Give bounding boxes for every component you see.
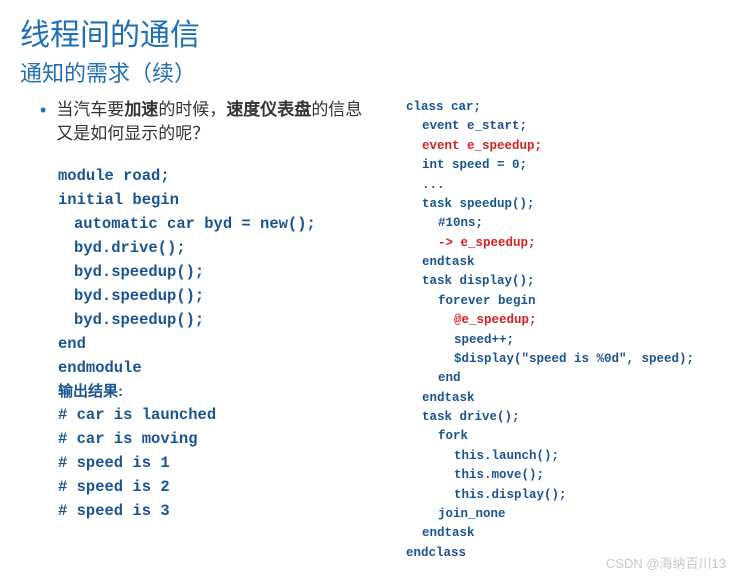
bullet-text: 当汽车要加速的时候，速度仪表盘的信息又是如何显示的呢？: [56, 98, 376, 146]
code-line: this.move();: [406, 466, 726, 485]
code-line: byd.drive();: [58, 236, 376, 260]
code-line: byd.speedup();: [58, 284, 376, 308]
bullet-bold1: 加速: [124, 100, 158, 119]
output-label: 输出结果:: [58, 380, 376, 403]
code-line: initial begin: [58, 188, 376, 212]
bullet-item: • 当汽车要加速的时候，速度仪表盘的信息又是如何显示的呢？: [40, 98, 376, 146]
code-line: end: [406, 369, 726, 388]
output-line: # speed is 1: [58, 451, 376, 475]
bullet-dot-icon: •: [40, 98, 46, 123]
code-line: class car;: [406, 98, 726, 117]
code-line: $display("speed is %0d", speed);: [406, 350, 726, 369]
code-line: endtask: [406, 524, 726, 543]
code-line: join_none: [406, 505, 726, 524]
code-line: ...: [406, 176, 726, 195]
code-line: speed++;: [406, 331, 726, 350]
code-line: task drive();: [406, 408, 726, 427]
code-line: module road;: [58, 164, 376, 188]
watermark: CSDN @海纳百川13: [606, 553, 726, 572]
code-line: byd.speedup();: [58, 260, 376, 284]
slide: 线程间的通信 通知的需求（续） • 当汽车要加速的时候，速度仪表盘的信息又是如何…: [0, 0, 746, 573]
code-line: end: [58, 332, 376, 356]
slide-subtitle: 通知的需求（续）: [20, 56, 726, 88]
bullet-mid: 的时候，: [158, 100, 226, 119]
output-line: # speed is 2: [58, 475, 376, 499]
output-line: # speed is 3: [58, 499, 376, 523]
code-line: endtask: [406, 389, 726, 408]
code-line: task display();: [406, 272, 726, 291]
left-column: • 当汽车要加速的时候，速度仪表盘的信息又是如何显示的呢？ module roa…: [20, 98, 376, 563]
code-line: automatic car byd = new();: [58, 212, 376, 236]
right-code-block: class car; event e_start; event e_speedu…: [406, 98, 726, 563]
code-line: this.launch();: [406, 447, 726, 466]
left-code-block: module road; initial begin automatic car…: [58, 164, 376, 523]
code-line-highlight: -> e_speedup;: [406, 234, 726, 253]
code-line: byd.speedup();: [58, 308, 376, 332]
slide-title: 线程间的通信: [20, 10, 726, 54]
code-line: event e_start;: [406, 117, 726, 136]
code-line: #10ns;: [406, 214, 726, 233]
output-line: # car is launched: [58, 403, 376, 427]
code-line: this.display();: [406, 486, 726, 505]
code-line: forever begin: [406, 292, 726, 311]
code-line: fork: [406, 427, 726, 446]
bullet-pre: 当汽车要: [56, 100, 124, 119]
code-line: endtask: [406, 253, 726, 272]
code-line-highlight: @e_speedup;: [406, 311, 726, 330]
output-line: # car is moving: [58, 427, 376, 451]
code-line: endmodule: [58, 356, 376, 380]
code-line: int speed = 0;: [406, 156, 726, 175]
code-line: task speedup();: [406, 195, 726, 214]
bullet-bold2: 速度仪表盘: [226, 100, 311, 119]
content-row: • 当汽车要加速的时候，速度仪表盘的信息又是如何显示的呢？ module roa…: [20, 98, 726, 563]
code-line-highlight: event e_speedup;: [406, 137, 726, 156]
